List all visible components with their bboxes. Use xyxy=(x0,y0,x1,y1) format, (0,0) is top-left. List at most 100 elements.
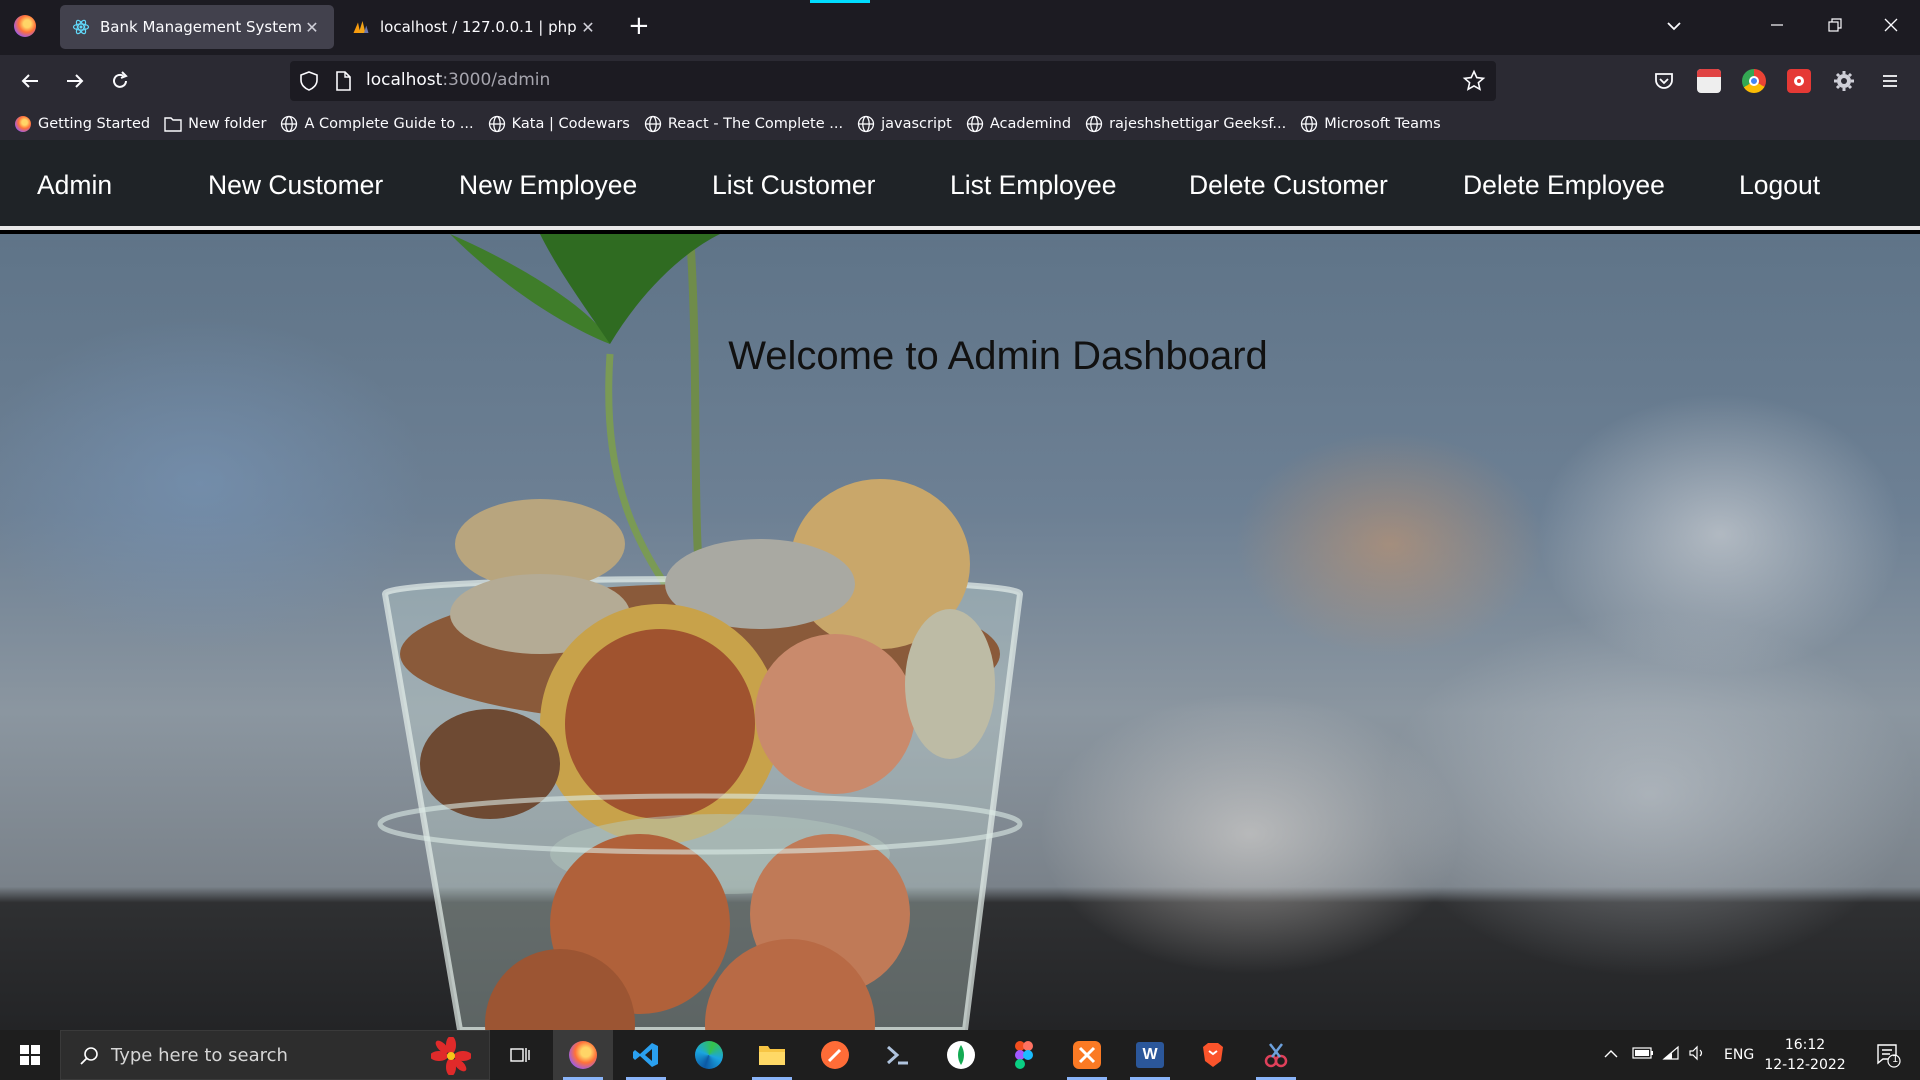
taskbar-mongodb-compass-icon[interactable] xyxy=(931,1030,991,1080)
url-text[interactable]: localhost:3000/admin xyxy=(366,70,550,90)
nav-new-employee[interactable]: New Employee xyxy=(459,170,637,201)
extension-notes-icon[interactable] xyxy=(1697,69,1721,93)
tracking-protection-icon[interactable] xyxy=(298,70,320,92)
globe-icon xyxy=(644,115,662,133)
taskbar-firefox-icon[interactable] xyxy=(553,1030,613,1080)
admin-navbar: Admin New Customer New Employee List Cus… xyxy=(0,140,1920,230)
hero-background: Welcome to Admin Dashboard xyxy=(0,234,1920,1030)
taskbar-postman-icon[interactable] xyxy=(805,1030,865,1080)
taskbar-search-box[interactable]: Type here to search xyxy=(60,1030,490,1080)
forward-icon[interactable] xyxy=(61,67,89,95)
nav-delete-employee[interactable]: Delete Employee xyxy=(1463,170,1665,201)
tab-phpmyadmin[interactable]: localhost / 127.0.0.1 | phpMyAd ✕ xyxy=(340,5,610,49)
globe-icon xyxy=(1085,115,1103,133)
taskbar-brave-icon[interactable] xyxy=(1183,1030,1243,1080)
dashboard-heading-wrap: Welcome to Admin Dashboard xyxy=(0,334,1920,379)
globe-icon xyxy=(1300,115,1318,133)
taskbar-clock[interactable]: 16:12 12-12-2022 xyxy=(1760,1035,1850,1075)
back-icon[interactable] xyxy=(16,67,44,95)
bookmark-javascript[interactable]: javascript xyxy=(857,115,952,133)
clock-time: 16:12 xyxy=(1784,1037,1826,1053)
bookmark-label: Academind xyxy=(989,115,1072,132)
volume-icon[interactable] xyxy=(1684,1045,1710,1065)
search-highlight-flower-icon xyxy=(430,1036,472,1076)
bookmark-react[interactable]: React - The Complete ... xyxy=(644,115,843,133)
taskbar-edge-icon[interactable] xyxy=(679,1030,739,1080)
taskbar-xampp-icon[interactable] xyxy=(1057,1030,1117,1080)
notification-count: 1 xyxy=(1892,1054,1899,1065)
system-tray: ENG xyxy=(1600,1030,1754,1080)
nav-brand-admin[interactable]: Admin xyxy=(37,170,112,201)
windows-taskbar: Type here to search W ENG 16:12 12-12-20… xyxy=(0,1030,1920,1080)
taskbar-figma-icon[interactable] xyxy=(994,1030,1054,1080)
taskbar-snipping-tool-icon[interactable] xyxy=(1246,1030,1306,1080)
close-window-icon[interactable] xyxy=(1878,14,1904,40)
web-page: Admin New Customer New Employee List Cus… xyxy=(0,140,1920,1030)
wifi-icon[interactable] xyxy=(1658,1045,1684,1065)
bookmark-star-icon[interactable] xyxy=(1462,69,1486,93)
tab-drag-indicator xyxy=(810,0,870,3)
search-placeholder: Type here to search xyxy=(111,1045,288,1066)
address-bar[interactable]: localhost:3000/admin xyxy=(290,61,1496,101)
bookmark-label: Kata | Codewars xyxy=(511,115,630,132)
notification-center-icon[interactable]: 1 xyxy=(1868,1030,1908,1080)
search-icon xyxy=(77,1044,101,1068)
bookmark-geeksforgeeks[interactable]: rajeshshettigar Geeksf... xyxy=(1085,115,1286,133)
bookmark-label: New folder xyxy=(188,115,267,132)
task-view-icon[interactable] xyxy=(490,1030,550,1080)
battery-icon[interactable] xyxy=(1628,1047,1658,1063)
browser-toolbar: localhost:3000/admin xyxy=(0,55,1920,107)
url-host: localhost xyxy=(366,70,443,90)
nav-list-employee[interactable]: List Employee xyxy=(950,170,1116,201)
bookmark-codewars[interactable]: Kata | Codewars xyxy=(488,115,630,133)
nav-new-customer[interactable]: New Customer xyxy=(208,170,383,201)
extension-red-icon[interactable] xyxy=(1787,69,1811,93)
minimize-icon[interactable] xyxy=(1764,14,1790,40)
firefox-menu-icon[interactable] xyxy=(14,15,36,37)
tab-strip: Bank Management System ✕ localhost / 127… xyxy=(0,0,1920,55)
bookmark-microsoft-teams[interactable]: Microsoft Teams xyxy=(1300,115,1441,133)
bookmark-new-folder[interactable]: New folder xyxy=(164,115,266,133)
tab-title: Bank Management System xyxy=(100,18,302,36)
taskbar-word-icon[interactable]: W xyxy=(1120,1030,1180,1080)
nav-delete-customer[interactable]: Delete Customer xyxy=(1189,170,1388,201)
close-tab-icon[interactable]: ✕ xyxy=(578,18,598,37)
phpmyadmin-icon xyxy=(352,18,370,36)
windows-start-icon[interactable] xyxy=(0,1030,60,1080)
bookmark-complete-guide[interactable]: A Complete Guide to ... xyxy=(280,115,474,133)
taskbar-terminal-icon[interactable] xyxy=(868,1030,928,1080)
bookmark-label: rajeshshettigar Geeksf... xyxy=(1109,115,1287,132)
globe-icon xyxy=(488,115,506,133)
language-indicator[interactable]: ENG xyxy=(1724,1047,1754,1063)
bookmark-getting-started[interactable]: Getting Started xyxy=(14,115,150,133)
extensions-gear-icon[interactable] xyxy=(1832,69,1856,93)
new-tab-button[interactable]: + xyxy=(628,12,650,40)
tab-bank-management[interactable]: Bank Management System ✕ xyxy=(60,5,334,49)
globe-icon xyxy=(966,115,984,133)
close-tab-icon[interactable]: ✕ xyxy=(302,18,322,37)
bookmark-academind[interactable]: Academind xyxy=(966,115,1071,133)
hamburger-menu-icon[interactable] xyxy=(1878,69,1902,93)
reload-icon[interactable] xyxy=(106,67,134,95)
show-hidden-icons-icon[interactable] xyxy=(1600,1047,1622,1063)
bookmarks-toolbar: Getting Started New folder A Complete Gu… xyxy=(0,107,1920,140)
react-icon xyxy=(72,18,90,36)
bookmark-label: React - The Complete ... xyxy=(667,115,844,132)
taskbar-file-explorer-icon[interactable] xyxy=(742,1030,802,1080)
nav-list-customer[interactable]: List Customer xyxy=(712,170,875,201)
list-all-tabs-icon[interactable] xyxy=(1664,16,1684,36)
pocket-icon[interactable] xyxy=(1652,69,1676,93)
restore-icon[interactable] xyxy=(1822,14,1848,40)
nav-logout[interactable]: Logout xyxy=(1739,170,1820,201)
globe-icon xyxy=(280,115,298,133)
url-path: :3000/admin xyxy=(442,70,551,90)
page-info-icon[interactable] xyxy=(334,71,352,91)
firefox-icon xyxy=(14,115,32,133)
extension-chrome-icon[interactable] xyxy=(1742,69,1766,93)
folder-icon xyxy=(164,115,182,133)
bookmark-label: Getting Started xyxy=(38,115,151,132)
taskbar-vscode-icon[interactable] xyxy=(616,1030,676,1080)
tab-title: localhost / 127.0.0.1 | phpMyAd xyxy=(380,18,578,36)
globe-icon xyxy=(857,115,875,133)
bookmark-label: javascript xyxy=(881,115,952,132)
